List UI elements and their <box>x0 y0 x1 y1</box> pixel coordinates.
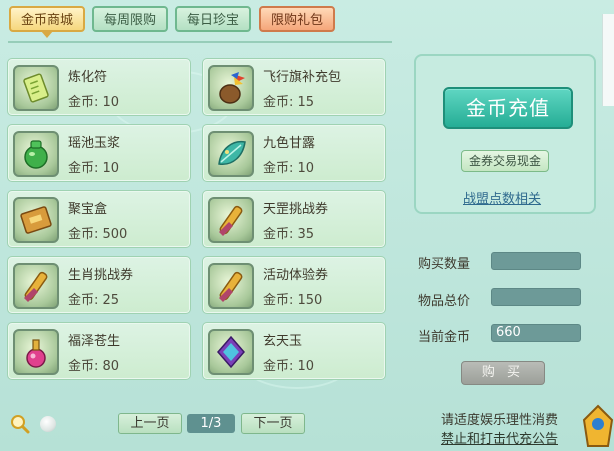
item-name: 聚宝盒 <box>68 202 108 217</box>
corner-mascot-icon[interactable] <box>582 400 614 451</box>
item-price: 金币: 25 <box>68 293 120 308</box>
dew-leaf-icon <box>208 131 254 177</box>
tab-divider <box>8 41 392 43</box>
item-name: 九色甘露 <box>263 136 316 151</box>
shop-item[interactable]: 玄天玉 金币: 10 <box>202 322 386 380</box>
item-price: 金币: 150 <box>263 293 323 308</box>
side-strip <box>602 14 614 106</box>
alliance-points-link[interactable]: 战盟点数相关 <box>463 188 541 207</box>
item-name: 福泽苍生 <box>68 334 121 349</box>
scroll-icon <box>208 263 254 309</box>
item-price: 金币: 35 <box>263 227 315 242</box>
shop-item[interactable]: 九色甘露 金币: 10 <box>202 124 386 182</box>
page-indicator: 1/3 <box>187 414 235 433</box>
notice-link[interactable]: 禁止和打击代充公告 <box>441 428 558 447</box>
treasure-box-icon <box>13 197 59 243</box>
item-price: 金币: 10 <box>68 95 120 110</box>
shop-item[interactable]: 聚宝盒 金币: 500 <box>7 190 191 248</box>
item-name: 生肖挑战券 <box>68 268 134 283</box>
quantity-label: 购买数量 <box>418 257 471 272</box>
flag-pouch-icon <box>208 65 254 111</box>
tab-daily-treasure[interactable]: 每日珍宝 <box>175 6 251 32</box>
gold-recharge-button[interactable]: 金币充值 <box>443 87 573 129</box>
current-gold-label: 当前金币 <box>418 330 471 345</box>
tab-bar: 金币商城 每周限购 每日珍宝 限购礼包 <box>0 0 614 42</box>
magnifier-icon[interactable] <box>10 414 30 434</box>
total-price-field <box>491 288 581 306</box>
item-price: 金币: 10 <box>263 359 315 374</box>
shop-item[interactable]: 飞行旗补充包 金币: 15 <box>202 58 386 116</box>
quantity-field[interactable] <box>491 252 581 270</box>
scroll-icon <box>208 197 254 243</box>
item-name: 玄天玉 <box>263 334 303 349</box>
shop-item[interactable]: 活动体验券 金币: 150 <box>202 256 386 314</box>
item-name: 天罡挑战券 <box>263 202 329 217</box>
coupon-trade-button[interactable]: 金券交易现金 <box>461 150 549 172</box>
shop-item[interactable]: 福泽苍生 金币: 80 <box>7 322 191 380</box>
total-price-label: 物品总价 <box>418 294 471 309</box>
shop-item[interactable]: 生肖挑战券 金币: 25 <box>7 256 191 314</box>
item-name: 炼化符 <box>68 70 108 85</box>
talisman-icon <box>13 65 59 111</box>
shop-item[interactable]: 天罡挑战券 金币: 35 <box>202 190 386 248</box>
shop-item[interactable]: 瑶池玉浆 金币: 10 <box>7 124 191 182</box>
current-gold-value: 660 <box>491 324 581 342</box>
notice-text: 请适度娱乐理性消费 <box>441 413 559 428</box>
jade-jar-icon <box>13 131 59 177</box>
item-name: 瑶池玉浆 <box>68 136 121 151</box>
item-price: 金币: 500 <box>68 227 128 242</box>
tab-limited-pack[interactable]: 限购礼包 <box>259 6 335 32</box>
item-price: 金币: 80 <box>68 359 120 374</box>
jade-gem-icon <box>208 329 254 375</box>
item-name: 飞行旗补充包 <box>263 70 342 85</box>
prev-page-button[interactable]: 上一页 <box>118 413 182 434</box>
toggle-dot[interactable] <box>40 416 56 432</box>
potion-icon <box>13 329 59 375</box>
item-name: 活动体验券 <box>263 268 329 283</box>
shop-item[interactable]: 炼化符 金币: 10 <box>7 58 191 116</box>
item-price: 金币: 15 <box>263 95 315 110</box>
item-price: 金币: 10 <box>263 161 315 176</box>
buy-button[interactable]: 购 买 <box>461 361 545 385</box>
item-price: 金币: 10 <box>68 161 120 176</box>
scroll-icon <box>13 263 59 309</box>
tab-weekly-limit[interactable]: 每周限购 <box>92 6 168 32</box>
tab-gold-shop[interactable]: 金币商城 <box>9 6 85 38</box>
next-page-button[interactable]: 下一页 <box>241 413 305 434</box>
